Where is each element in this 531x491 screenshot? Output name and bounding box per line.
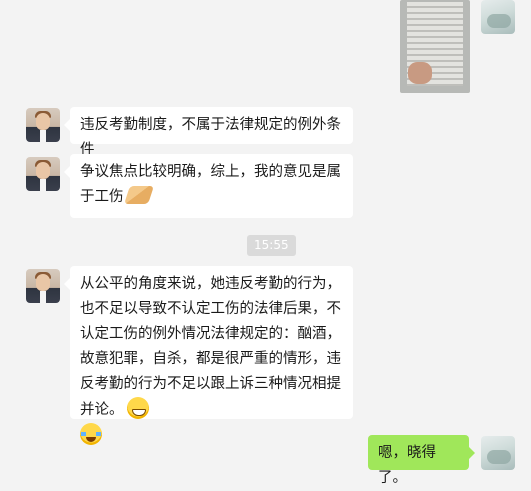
user-avatar[interactable] — [481, 0, 515, 34]
message-text: 从公平的角度来说，她违反考勤的行为，也不足以导致不认定工伤的法律后果，不认定工伤… — [80, 276, 341, 418]
timestamp: 15:55 — [247, 235, 296, 256]
lawyer-avatar[interactable] — [26, 108, 60, 142]
user-avatar[interactable] — [481, 436, 515, 470]
lawyer-avatar[interactable] — [26, 157, 60, 191]
tears-of-joy-icon — [80, 423, 102, 445]
message-bubble[interactable]: 从公平的角度来说，她违反考勤的行为，也不足以导致不认定工伤的法律后果，不认定工伤… — [64, 266, 353, 445]
message-bubble[interactable]: 违反考勤制度，不属于法律规定的例外条件 — [64, 107, 353, 158]
lawyer-avatar[interactable] — [26, 269, 60, 303]
my-message-bubble[interactable]: 嗯，晓得了。 — [368, 435, 475, 486]
clap-icon — [123, 186, 154, 204]
message-text: 嗯，晓得了。 — [378, 445, 436, 486]
message-text: 违反考勤制度，不属于法律规定的例外条件 — [80, 117, 341, 158]
message-text: 争议焦点比较明确，综上，我的意见是属于工伤 — [80, 164, 341, 205]
grin-icon — [126, 397, 149, 419]
photo-message[interactable] — [400, 0, 470, 93]
message-bubble[interactable]: 争议焦点比较明确，综上，我的意见是属于工伤 — [64, 154, 353, 218]
hand-image — [408, 62, 432, 84]
